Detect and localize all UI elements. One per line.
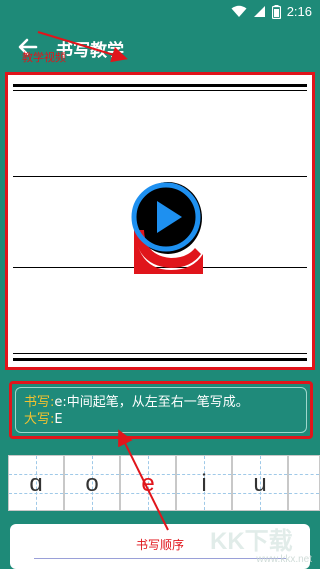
letter-char: ɑ (29, 470, 43, 497)
uppercase-key: 大写: (24, 412, 55, 427)
writing-value: e:中间起笔，从左至右一笔写成。 (54, 395, 249, 410)
guide-line-top-1 (13, 84, 307, 87)
guide-line-bottom-1 (13, 353, 307, 354)
uppercase-value: E (54, 412, 63, 427)
letter-tile-u[interactable]: u (232, 455, 288, 511)
teaching-video-frame[interactable] (5, 72, 315, 370)
status-bar: 2:16 (0, 0, 320, 24)
letter-tile-a[interactable]: ɑ (8, 455, 64, 511)
letter-selector: ɑ o e i u (0, 455, 320, 511)
letter-char: i (201, 470, 207, 497)
letter-tile-i[interactable]: i (176, 455, 232, 511)
letter-char: u (253, 470, 267, 497)
signal-icon (253, 6, 265, 17)
app-bar: 书写教学 教学视频 (0, 24, 320, 70)
play-icon[interactable] (130, 181, 202, 253)
battery-icon (271, 4, 281, 19)
status-icons: 2:16 (231, 4, 312, 19)
writing-row: 书写:e:中间起笔，从左至右一笔写成。 (24, 394, 298, 411)
writing-key: 书写: (24, 395, 55, 410)
annotation-label: 教学视频 (22, 51, 66, 64)
watermark-logo: KK下载 (210, 528, 293, 555)
letter-tile-e[interactable]: e (120, 455, 176, 511)
svg-text:KK下载: KK下载 (210, 528, 293, 555)
letter-char: e (141, 470, 155, 497)
video-canvas[interactable] (11, 78, 309, 364)
guide-line-upper (13, 176, 307, 177)
guide-line-top-2 (13, 90, 307, 91)
wifi-icon (231, 5, 247, 17)
page-title: 书写教学 (56, 41, 124, 61)
uppercase-row: 大写:E (24, 411, 298, 428)
writing-info-panel: 书写:e:中间起笔，从左至右一笔写成。 大写:E (15, 387, 307, 433)
letter-char: o (85, 470, 99, 497)
guide-line-bottom-2 (13, 358, 307, 361)
watermark: KK下载 www.kkx.net (202, 525, 312, 565)
letter-tile-next[interactable] (288, 455, 320, 511)
writing-info-box: 书写:e:中间起笔，从左至右一笔写成。 大写:E (9, 381, 313, 439)
status-time: 2:16 (286, 4, 312, 19)
letter-tile-o[interactable]: o (64, 455, 120, 511)
watermark-url: www.kkx.net (256, 554, 312, 565)
